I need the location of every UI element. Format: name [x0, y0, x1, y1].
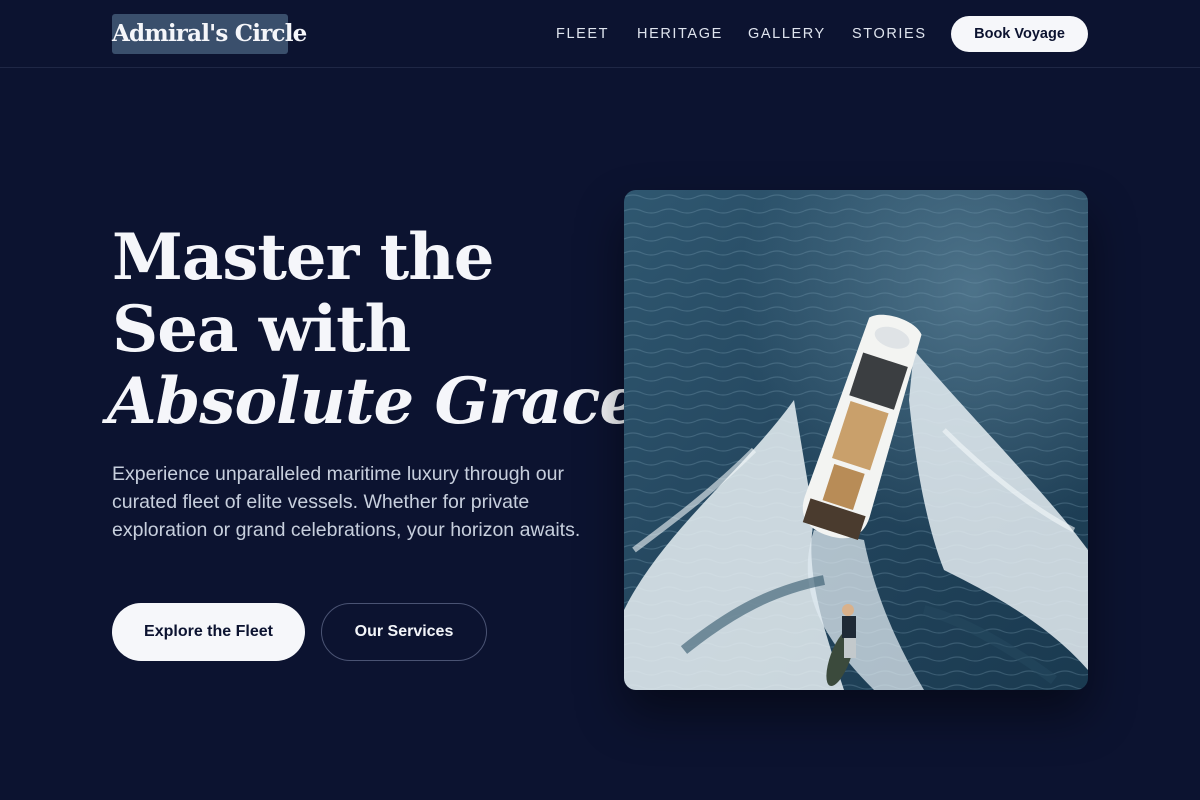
- hero-description: Experience unparalleled maritime luxury …: [112, 463, 581, 541]
- site-header: Admiral's Circle FLEET HERITAGE GALLERY …: [0, 0, 1200, 68]
- hero-image-boat: [624, 190, 1088, 690]
- explore-fleet-button[interactable]: Explore the Fleet: [112, 603, 305, 661]
- nav-link-heritage[interactable]: HERITAGE: [637, 24, 723, 44]
- book-voyage-button[interactable]: Book Voyage: [951, 16, 1088, 52]
- hero-title-line-1: Master the: [112, 220, 494, 295]
- nav-link-fleet[interactable]: FLEET: [556, 24, 609, 44]
- logo[interactable]: Admiral's Circle: [112, 14, 307, 54]
- nav-link-stories[interactable]: STORIES: [852, 24, 927, 44]
- hero-title-line-3: Absolute Grace: [107, 364, 640, 439]
- nav-link-gallery[interactable]: GALLERY: [748, 24, 826, 44]
- hero-title-line-2: Sea with: [112, 292, 411, 367]
- hero-title: Master the Sea with Absolute Grace: [107, 220, 640, 438]
- our-services-button[interactable]: Our Services: [321, 603, 487, 661]
